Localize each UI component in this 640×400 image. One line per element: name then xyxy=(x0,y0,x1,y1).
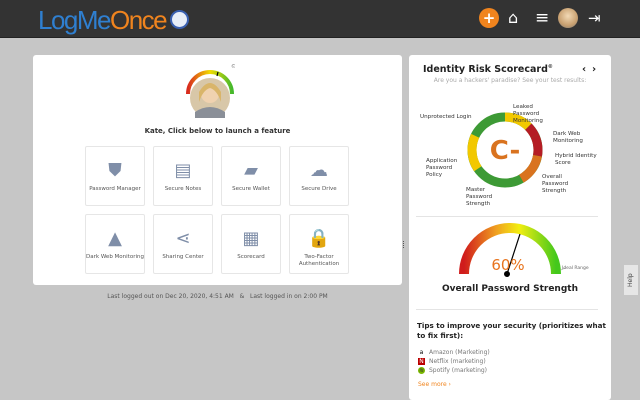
netflix-icon: N xyxy=(418,358,425,365)
avatar[interactable] xyxy=(558,8,578,28)
amazon-icon: a xyxy=(419,349,424,356)
next-arrow-icon[interactable]: › xyxy=(592,64,596,75)
menu-icon[interactable]: ≡ xyxy=(535,8,549,28)
feature-password-manager[interactable]: ⛊ Password Manager xyxy=(85,146,145,206)
top-bar: LogMeOnce + ⌂ ≡ ⇥ xyxy=(0,0,640,38)
tips-heading: Tips to improve your security (prioritiz… xyxy=(417,321,606,340)
tip-item[interactable]: N Netflix (marketing) xyxy=(418,358,486,366)
certificate-icon: ▦ xyxy=(242,228,260,249)
scorecard-subtitle: Are you a hackers' paradise? See your te… xyxy=(433,77,587,84)
strength-title: Overall Password Strength xyxy=(442,284,578,294)
feature-secure-drive[interactable]: ☁ Secure Drive xyxy=(289,146,349,206)
feature-sharing-center[interactable]: ⋖ Sharing Center xyxy=(153,214,213,274)
cloud-lock-icon: ☁ xyxy=(310,160,328,181)
feature-dark-web-monitoring[interactable]: ▲ Dark Web Monitoring xyxy=(85,214,145,274)
profile-strength-avatar: © xyxy=(186,63,235,118)
add-button[interactable]: + xyxy=(479,8,499,28)
see-more-link[interactable]: See more › xyxy=(418,381,451,388)
logout-icon[interactable]: ⇥ xyxy=(588,8,601,28)
scorecard-title: Identity Risk Scorecard© xyxy=(423,64,553,76)
note-lock-icon: ▤ xyxy=(174,160,192,181)
resize-handle[interactable] xyxy=(403,241,405,248)
prev-arrow-icon[interactable]: ‹ xyxy=(582,64,586,75)
label-master: Master Password Strength xyxy=(466,187,493,207)
label-unprotected: Unprotected Login xyxy=(420,114,472,120)
feature-two-factor[interactable]: 🔒 Two-Factor Authentication xyxy=(289,214,349,274)
wallet-icon: ▰ xyxy=(244,160,258,181)
svg-text:©: © xyxy=(231,63,235,70)
grade: C- xyxy=(490,136,520,166)
padlocks-icon: 🔒 xyxy=(307,228,331,249)
help-tab[interactable]: Help xyxy=(624,265,638,295)
feature-secure-notes[interactable]: ▤ Secure Notes xyxy=(153,146,213,206)
share-icon: ⋖ xyxy=(175,228,191,249)
label-leaked: Leaked Password Monitoring xyxy=(513,104,543,124)
logo[interactable]: LogMeOnce xyxy=(38,5,168,36)
label-overall: Overall Password Strength xyxy=(542,174,569,194)
ideal-range-label: Ideal Range xyxy=(562,266,589,271)
divider xyxy=(416,309,598,310)
login-history: Last logged out on Dec 20, 2020, 4:51 AM… xyxy=(107,293,328,300)
home-icon[interactable]: ⌂ xyxy=(508,8,518,28)
strength-percent: 60% xyxy=(491,256,525,274)
divider xyxy=(416,216,598,217)
spy-icon: ▲ xyxy=(108,228,122,249)
seal-badge-icon xyxy=(170,10,189,29)
spotify-icon: ≋ xyxy=(418,367,425,374)
greeting: Kate, Click below to launch a feature xyxy=(144,127,291,135)
feature-scorecard[interactable]: ▦ Scorecard xyxy=(221,214,281,274)
tip-item[interactable]: a Amazon (Marketing) xyxy=(418,349,490,357)
tip-item[interactable]: ≋ Spotify (marketing) xyxy=(418,367,487,375)
label-app: Application Password Policy xyxy=(426,158,458,178)
shield-lock-icon: ⛊ xyxy=(108,160,122,181)
feature-secure-wallet[interactable]: ▰ Secure Wallet xyxy=(221,146,281,206)
label-darkweb: Dark Web Monitoring xyxy=(553,131,583,144)
label-hybrid: Hybrid Identity Score xyxy=(555,153,597,166)
